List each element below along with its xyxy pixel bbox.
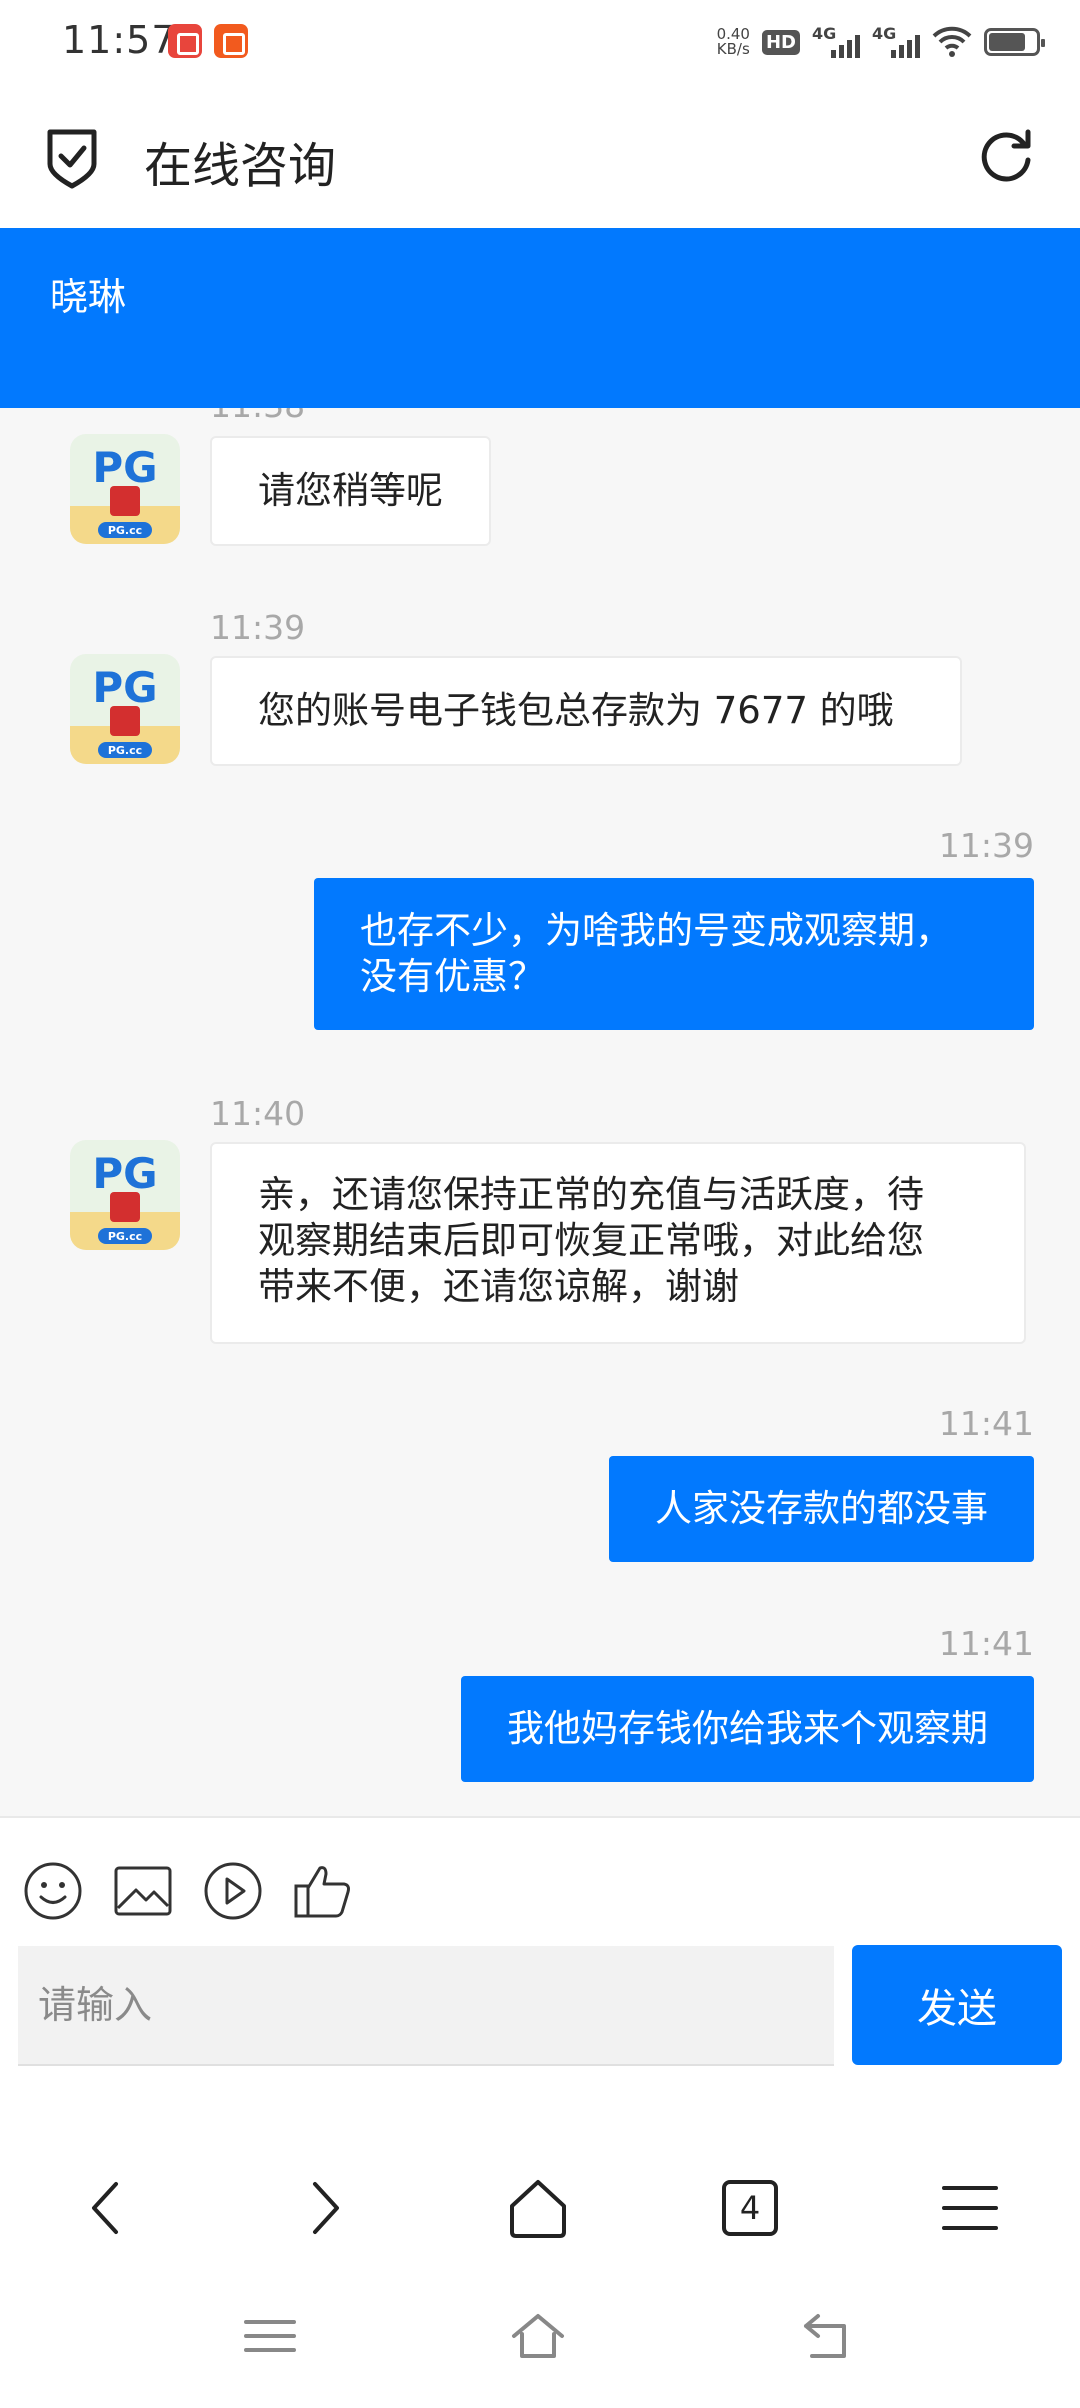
pg-logo-icon: PG PG.cc bbox=[70, 654, 180, 764]
pg-logo-subtext: PG.cc bbox=[108, 1230, 142, 1243]
signal-icon: 4G bbox=[872, 24, 920, 60]
message-input[interactable] bbox=[18, 1946, 834, 2066]
message-line: 带来不便，还请您谅解，谢谢 bbox=[258, 1265, 739, 1308]
pg-logo-subtext: PG.cc bbox=[108, 524, 142, 537]
message-time: 11:41 bbox=[938, 1404, 1034, 1443]
message-bubble-incoming: 您的账号电子钱包总存款为 7677 的哦 bbox=[210, 656, 962, 766]
pg-logo-text: PG bbox=[92, 1149, 157, 1198]
message-time: 11:39 bbox=[938, 826, 1034, 865]
back-icon[interactable] bbox=[76, 2176, 140, 2240]
status-indicators: 0.40 KB/s HD 4G 4G bbox=[717, 20, 1045, 64]
message-time: 11:40 bbox=[210, 1094, 306, 1133]
emoji-icon[interactable] bbox=[22, 1860, 84, 1922]
recent-apps-icon[interactable] bbox=[242, 2308, 298, 2364]
refresh-icon[interactable] bbox=[976, 126, 1036, 186]
agent-avatar: PG PG.cc bbox=[70, 434, 180, 544]
system-back-icon[interactable] bbox=[798, 2308, 854, 2364]
chat-area[interactable]: 11:38 PG PG.cc 请您稍等呢 11:39 PG PG.cc 您的账号… bbox=[0, 408, 1080, 1816]
pg-logo-text: PG bbox=[92, 663, 157, 712]
message-bubble-incoming: 请您稍等呢 bbox=[210, 436, 491, 546]
app-header: 在线咨询 bbox=[0, 88, 1080, 228]
agent-bar: 晓琳 bbox=[0, 228, 1080, 408]
send-button[interactable]: 发送 bbox=[852, 1945, 1062, 2065]
forward-icon[interactable] bbox=[291, 2176, 355, 2240]
message-bubble-outgoing: 人家没存款的都没事 bbox=[609, 1456, 1034, 1562]
menu-icon[interactable] bbox=[938, 2176, 1002, 2240]
tabs-button[interactable]: 4 bbox=[722, 2180, 778, 2236]
image-icon[interactable] bbox=[112, 1860, 174, 1922]
browser-nav: 4 bbox=[0, 2078, 1080, 2268]
message-time: 11:39 bbox=[210, 608, 306, 647]
network-speed-unit: KB/s bbox=[716, 40, 750, 58]
agent-avatar: PG PG.cc bbox=[70, 654, 180, 764]
hd-icon: HD bbox=[761, 29, 800, 55]
battery-icon bbox=[984, 28, 1045, 56]
status-time: 11:57 bbox=[62, 18, 177, 62]
pg-logo-subtext: PG.cc bbox=[108, 744, 142, 757]
system-home-icon[interactable] bbox=[510, 2308, 566, 2364]
composer: 发送 bbox=[0, 1818, 1080, 2078]
agent-name: 晓琳 bbox=[50, 275, 127, 319]
message-line: 没有优惠？ bbox=[360, 955, 545, 998]
message-bubble-outgoing: 我他妈存钱你给我来个观察期 bbox=[461, 1676, 1034, 1782]
message-time: 11:38 bbox=[210, 408, 305, 425]
pg-logo-text: PG bbox=[92, 443, 157, 492]
network-speed: 0.40 KB/s bbox=[717, 27, 750, 57]
home-icon[interactable] bbox=[506, 2176, 570, 2240]
app-notification-icon bbox=[214, 24, 248, 58]
message-line: 观察期结束后即可恢复正常哦，对此给您 bbox=[258, 1219, 924, 1262]
page-title: 在线咨询 bbox=[144, 138, 337, 194]
agent-avatar: PG PG.cc bbox=[70, 1140, 180, 1250]
message-bubble-outgoing: 也存不少，为啥我的号变成观察期， 没有优惠？ bbox=[314, 878, 1034, 1030]
system-nav bbox=[0, 2268, 1080, 2408]
message-line: 也存不少，为啥我的号变成观察期， bbox=[360, 909, 952, 952]
signal-icon: 4G bbox=[812, 24, 860, 60]
tab-count: 4 bbox=[739, 2189, 761, 2227]
message-bubble-incoming: 亲，还请您保持正常的充值与活跃度，待 观察期结束后即可恢复正常哦，对此给您 带来… bbox=[210, 1142, 1026, 1344]
status-bar: 11:57 0.40 KB/s HD 4G 4G bbox=[0, 0, 1080, 88]
message-line: 亲，还请您保持正常的充值与活跃度，待 bbox=[258, 1173, 924, 1216]
wifi-icon bbox=[932, 26, 972, 57]
app-notification-icon bbox=[168, 24, 202, 58]
pg-logo-icon: PG PG.cc bbox=[70, 434, 180, 544]
video-icon[interactable] bbox=[202, 1860, 264, 1922]
thumbs-up-icon[interactable] bbox=[292, 1860, 354, 1922]
message-time: 11:41 bbox=[938, 1624, 1034, 1663]
shield-check-icon[interactable] bbox=[44, 126, 100, 190]
pg-logo-icon: PG PG.cc bbox=[70, 1140, 180, 1250]
